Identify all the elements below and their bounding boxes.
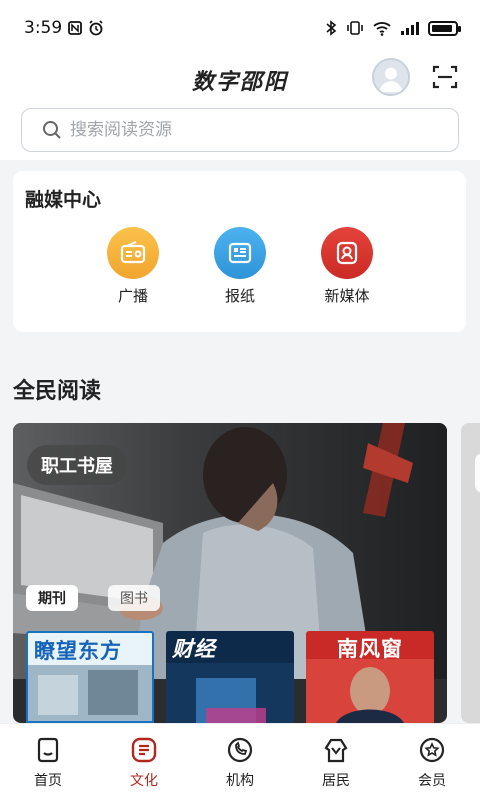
magazine-cover[interactable]: 南风窗 [306, 631, 434, 723]
nav-label: 机构 [226, 773, 254, 789]
radio-icon [107, 227, 159, 279]
nav-label: 首页 [34, 773, 62, 789]
culture-icon [131, 737, 157, 763]
nav-label: 会员 [418, 773, 446, 789]
status-bar: 3:59 [0, 0, 480, 56]
vibrate-icon [346, 20, 364, 36]
reading-section-title: 全民阅读 [13, 379, 102, 404]
magazine-art [28, 665, 152, 721]
wifi-icon [372, 20, 392, 36]
scan-icon [432, 65, 458, 89]
reading-card-tag: 职工书屋 [27, 445, 127, 485]
search-input[interactable] [70, 120, 430, 140]
magazine-art [306, 659, 434, 723]
nav-label: 文化 [130, 773, 158, 789]
nfc-icon [68, 21, 83, 35]
chip-books[interactable]: 图书 [108, 585, 160, 611]
media-center-card: 融媒中心 广播 报纸 新媒体 [13, 171, 466, 332]
nav-label: 居民 [322, 773, 350, 789]
status-time: 3:59 [24, 18, 63, 38]
magazine-title: 财经 [172, 637, 216, 661]
home-icon [37, 737, 59, 763]
bluetooth-icon [324, 20, 338, 36]
institution-icon [227, 737, 253, 763]
new-media-icon [321, 227, 373, 279]
newspaper-icon [214, 227, 266, 279]
nav-item-culture[interactable]: 文化 [96, 724, 192, 800]
magazine-cover[interactable]: 瞭望东方 [26, 631, 154, 723]
scan-button[interactable] [432, 64, 458, 90]
magazine-cover[interactable]: 财经 [166, 631, 294, 723]
signal-icon [400, 20, 420, 36]
resident-icon [324, 738, 348, 763]
media-item-label: 报纸 [224, 287, 255, 305]
media-item-newspaper[interactable]: 报纸 [200, 227, 280, 306]
nav-item-member[interactable]: 会员 [384, 724, 480, 800]
nav-item-home[interactable]: 首页 [0, 724, 96, 800]
avatar[interactable] [372, 58, 410, 96]
nav-item-resident[interactable]: 居民 [288, 724, 384, 800]
header: 数字邵阳 [0, 56, 480, 160]
chip-periodicals[interactable]: 期刊 [26, 585, 78, 611]
search-bar[interactable] [21, 108, 459, 152]
member-icon [419, 737, 445, 763]
magazine-art [166, 663, 294, 723]
media-item-radio[interactable]: 广播 [93, 227, 173, 306]
media-item-new-media[interactable]: 新媒体 [307, 227, 387, 306]
magazine-title: 瞭望东方 [34, 639, 122, 663]
media-item-label: 广播 [117, 287, 148, 305]
reading-card[interactable]: 职工书屋 期刊 图书 瞭望东方 财经 南风窗 [13, 423, 447, 723]
bottom-nav: 首页 文化 机构 居民 会员 [0, 723, 480, 800]
battery-icon [428, 20, 461, 36]
next-card-handle [475, 453, 480, 493]
media-item-label: 新媒体 [324, 287, 370, 305]
alarm-icon [88, 20, 104, 36]
nav-item-institution[interactable]: 机构 [192, 724, 288, 800]
next-reading-card[interactable] [461, 423, 480, 723]
search-icon [43, 121, 61, 139]
media-center-title: 融媒中心 [25, 189, 102, 211]
